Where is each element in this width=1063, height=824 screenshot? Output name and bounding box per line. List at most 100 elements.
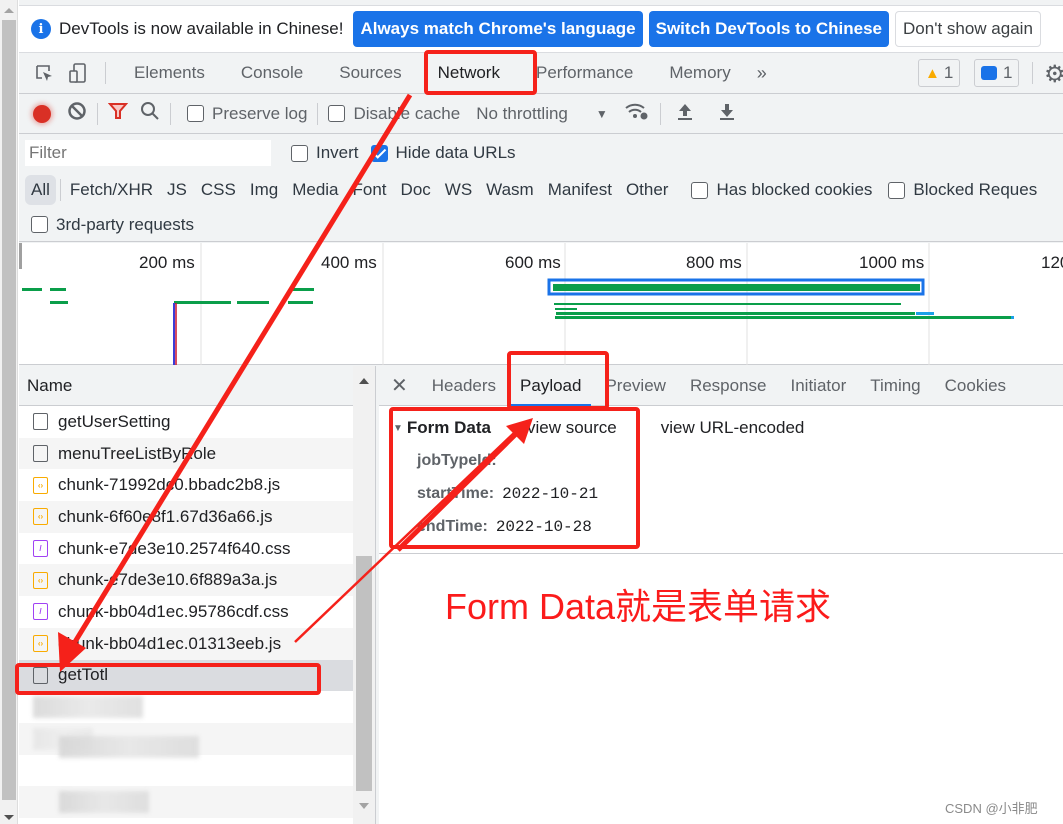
request-row-redacted[interactable] <box>19 755 353 787</box>
search-icon[interactable] <box>140 101 160 126</box>
request-row[interactable]: / chunk-bb04d1ec.95786cdf.css <box>19 596 353 628</box>
type-filter-all[interactable]: All <box>25 175 56 205</box>
scrollbar-thumb[interactable] <box>356 556 372 791</box>
type-filter-ws[interactable]: WS <box>438 175 479 205</box>
always-match-language-button[interactable]: Always match Chrome's language <box>353 11 643 47</box>
more-tabs-icon[interactable]: » <box>749 63 775 84</box>
annotation-text: Form Data就是表单请求 <box>445 586 832 627</box>
type-filter-font[interactable]: Font <box>346 175 394 205</box>
js-file-icon: ‹› <box>33 571 48 589</box>
highlight-network-tab <box>424 50 537 95</box>
inspect-element-icon[interactable] <box>33 62 55 84</box>
tab-performance[interactable]: Performance <box>518 53 651 94</box>
record-button[interactable] <box>33 104 51 123</box>
blocked-requests-label[interactable]: Blocked Reques <box>913 180 1037 200</box>
preserve-log-checkbox[interactable] <box>187 105 204 122</box>
preserve-log-label[interactable]: Preserve log <box>212 104 307 124</box>
disable-cache-checkbox[interactable] <box>328 105 346 122</box>
warnings-badge[interactable]: ▲ 1 <box>918 59 961 87</box>
request-row[interactable]: ‹› chunk-71992dc0.bbadc2b8.js <box>19 469 353 501</box>
type-filter-doc[interactable]: Doc <box>394 175 438 205</box>
close-icon[interactable]: ✕ <box>379 373 420 398</box>
has-blocked-cookies-checkbox[interactable] <box>691 181 709 199</box>
request-name: getUserSetting <box>58 411 171 431</box>
scrollbar-thumb[interactable] <box>2 20 16 800</box>
scroll-up-arrow-icon[interactable] <box>359 378 369 384</box>
clear-icon[interactable] <box>67 101 87 126</box>
network-overview-timeline[interactable]: 200 ms 400 ms 600 ms 800 ms 1000 ms 120 <box>19 243 1063 365</box>
throttling-dropdown-icon[interactable]: ▼ <box>596 107 608 121</box>
request-row[interactable]: menuTreeListByRole <box>19 437 353 470</box>
tab-console[interactable]: Console <box>223 53 321 94</box>
tab-memory[interactable]: Memory <box>651 53 748 94</box>
type-filter-img[interactable]: Img <box>243 175 285 205</box>
settings-gear-icon[interactable]: ⚙ <box>1044 60 1063 89</box>
request-row[interactable]: ‹› chunk-bb04d1ec.01313eeb.js <box>19 627 353 660</box>
tick-label: 800 ms <box>686 253 742 272</box>
type-filter-media[interactable]: Media <box>285 175 345 205</box>
language-infobar: i DevTools is now available in Chinese! … <box>19 5 1063 53</box>
filter-input[interactable] <box>25 140 271 166</box>
third-party-checkbox[interactable] <box>31 216 48 233</box>
request-list-scrollbar[interactable] <box>353 366 375 824</box>
tab-cookies[interactable]: Cookies <box>933 366 1018 406</box>
request-name: chunk-71992dc0.bbadc2b8.js <box>58 475 281 495</box>
tab-response[interactable]: Response <box>678 366 779 406</box>
scroll-down-arrow-icon[interactable] <box>359 803 369 809</box>
scroll-down-arrow-icon[interactable] <box>4 815 14 820</box>
has-blocked-cookies-label[interactable]: Has blocked cookies <box>716 180 872 200</box>
switch-to-chinese-button[interactable]: Switch DevTools to Chinese <box>648 11 890 47</box>
redaction-blur <box>59 791 149 813</box>
timeline-handle[interactable] <box>19 243 22 269</box>
request-row[interactable]: ‹› chunk-e7de3e10.6f889a3a.js <box>19 564 353 597</box>
type-filter-wasm[interactable]: Wasm <box>479 175 541 205</box>
hide-data-urls-label[interactable]: Hide data URLs <box>396 143 516 163</box>
js-file-icon: ‹› <box>33 476 48 494</box>
type-filter-fetch-xhr[interactable]: Fetch/XHR <box>63 175 160 205</box>
type-filter-js[interactable]: JS <box>160 175 194 205</box>
view-url-encoded-link[interactable]: view URL-encoded <box>661 418 805 438</box>
scroll-up-arrow-icon[interactable] <box>4 8 14 13</box>
messages-count: 1 <box>1003 63 1013 82</box>
request-row[interactable]: getUserSetting <box>19 406 353 438</box>
toolbar-divider <box>659 102 661 125</box>
redaction-blur <box>59 736 199 758</box>
throttling-select[interactable]: No throttling <box>476 104 568 124</box>
type-filter-css[interactable]: CSS <box>194 175 243 205</box>
network-conditions-icon[interactable] <box>624 101 650 126</box>
invert-label[interactable]: Invert <box>316 143 359 163</box>
tick-label: 200 ms <box>139 253 195 272</box>
import-har-icon[interactable] <box>675 101 695 126</box>
invert-checkbox[interactable] <box>291 144 308 162</box>
toolbar-divider <box>97 102 98 125</box>
tab-elements[interactable]: Elements <box>116 53 223 94</box>
resource-type-filter: All Fetch/XHR JS CSS Img Media Font Doc … <box>19 172 1063 208</box>
third-party-label[interactable]: 3rd-party requests <box>56 215 194 235</box>
blocked-requests-checkbox[interactable] <box>888 181 906 199</box>
tab-timing[interactable]: Timing <box>858 366 932 406</box>
messages-badge[interactable]: 1 <box>974 59 1020 87</box>
tick-label: 400 ms <box>321 253 377 272</box>
filter-bar: Invert Hide data URLs <box>19 134 1063 172</box>
filter-funnel-icon[interactable] <box>107 101 129 126</box>
message-icon <box>981 66 997 80</box>
tab-sources[interactable]: Sources <box>321 53 419 94</box>
hide-data-urls-checkbox[interactable] <box>370 144 388 162</box>
watermark: CSDN @小非肥 <box>945 801 1038 816</box>
tab-headers[interactable]: Headers <box>420 366 508 406</box>
dont-show-again-button[interactable]: Don't show again <box>895 11 1041 47</box>
export-har-icon[interactable] <box>717 101 737 126</box>
name-column-header[interactable]: Name <box>19 366 353 406</box>
css-file-icon: / <box>33 540 48 558</box>
request-row[interactable]: / chunk-e7de3e10.2574f640.css <box>19 533 353 565</box>
disable-cache-label[interactable]: Disable cache <box>353 104 460 124</box>
tab-initiator[interactable]: Initiator <box>779 366 859 406</box>
type-filter-manifest[interactable]: Manifest <box>541 175 619 205</box>
request-row[interactable]: ‹› chunk-6f60e8f1.67d36a66.js <box>19 501 353 533</box>
detail-tab-bar: ✕ Headers Payload Preview Response Initi… <box>379 366 1063 407</box>
type-filter-other[interactable]: Other <box>619 175 676 205</box>
device-toolbar-icon[interactable] <box>67 62 89 84</box>
warnings-count: 1 <box>943 63 954 82</box>
page-scrollbar[interactable] <box>0 0 18 824</box>
xhr-file-icon <box>33 445 48 463</box>
